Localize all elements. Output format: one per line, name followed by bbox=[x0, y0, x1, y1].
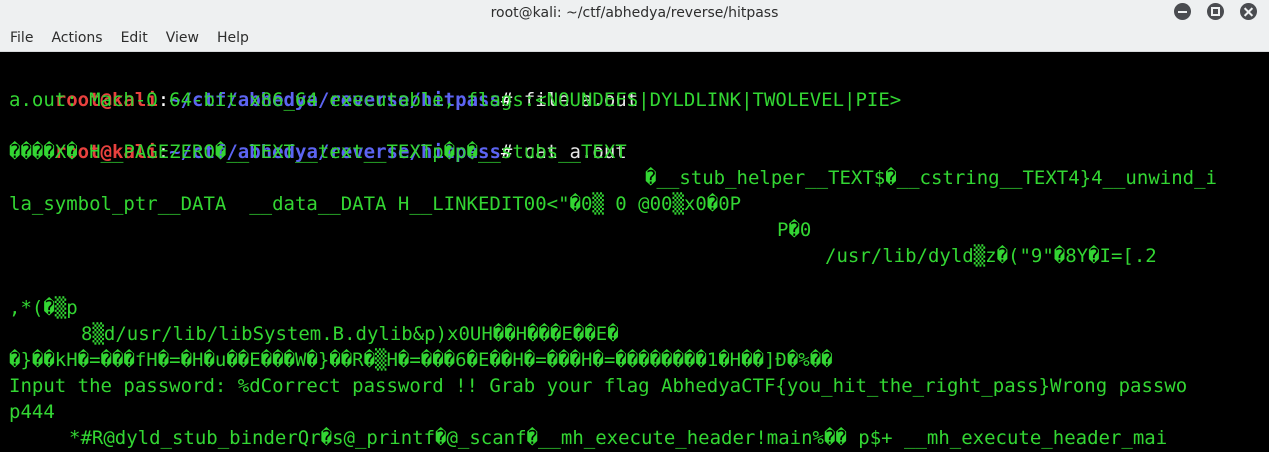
binary-output-line: 8▒d/usr/lib/libSystem.B.dylib&p)x0UH��H�… bbox=[81, 323, 619, 345]
terminal-area[interactable]: root@kali:~/ctf/abhedya/reverse/hitpass#… bbox=[0, 53, 1269, 452]
binary-output-line: �}��kH�=���fH�=�H�u��E���W�}��R�▒H�=���6… bbox=[9, 349, 833, 371]
maximize-icon[interactable] bbox=[1207, 3, 1224, 20]
menu-file[interactable]: File bbox=[0, 25, 42, 52]
window-title: root@kali: ~/ctf/abhedya/reverse/hitpass bbox=[490, 4, 779, 21]
menu-edit[interactable]: Edit bbox=[112, 25, 157, 52]
binary-output-line: /usr/lib/dyld▒z�("9"�8Y�I=[.2 bbox=[825, 245, 1157, 267]
binary-output-line: la_symbol_ptr__DATA __data__DATA H__LINK… bbox=[9, 193, 742, 215]
output-line: a.out: Mach-O 64-bit x86_64 executable, … bbox=[9, 89, 902, 111]
window-controls bbox=[1174, 3, 1257, 20]
menu-help[interactable]: Help bbox=[208, 25, 258, 52]
strings-output-line: Input the password: %dCorrect password !… bbox=[9, 375, 1188, 397]
minimize-icon[interactable] bbox=[1174, 3, 1191, 20]
binary-output-line: �__stub_helper__TEXT$�__cstring__TEXT4}4… bbox=[645, 167, 1217, 189]
binary-output-line: p444 bbox=[9, 401, 55, 423]
binary-output-line: *#R@dyld_stub_binderQr�s@_printf�@_scanf… bbox=[69, 427, 1168, 449]
binary-output-line: ����X� H__PAGEZERO�__TEXT__text__TEXTp�p… bbox=[9, 141, 627, 163]
menu-view[interactable]: View bbox=[157, 25, 208, 52]
menu-actions[interactable]: Actions bbox=[42, 25, 111, 52]
binary-output-line: ,*(�▒p bbox=[9, 297, 78, 319]
close-icon[interactable] bbox=[1240, 3, 1257, 20]
title-bar: root@kali: ~/ctf/abhedya/reverse/hitpass bbox=[0, 0, 1269, 25]
menu-bar: File Actions Edit View Help bbox=[0, 25, 1269, 52]
binary-output-line: P�0 bbox=[777, 219, 812, 241]
